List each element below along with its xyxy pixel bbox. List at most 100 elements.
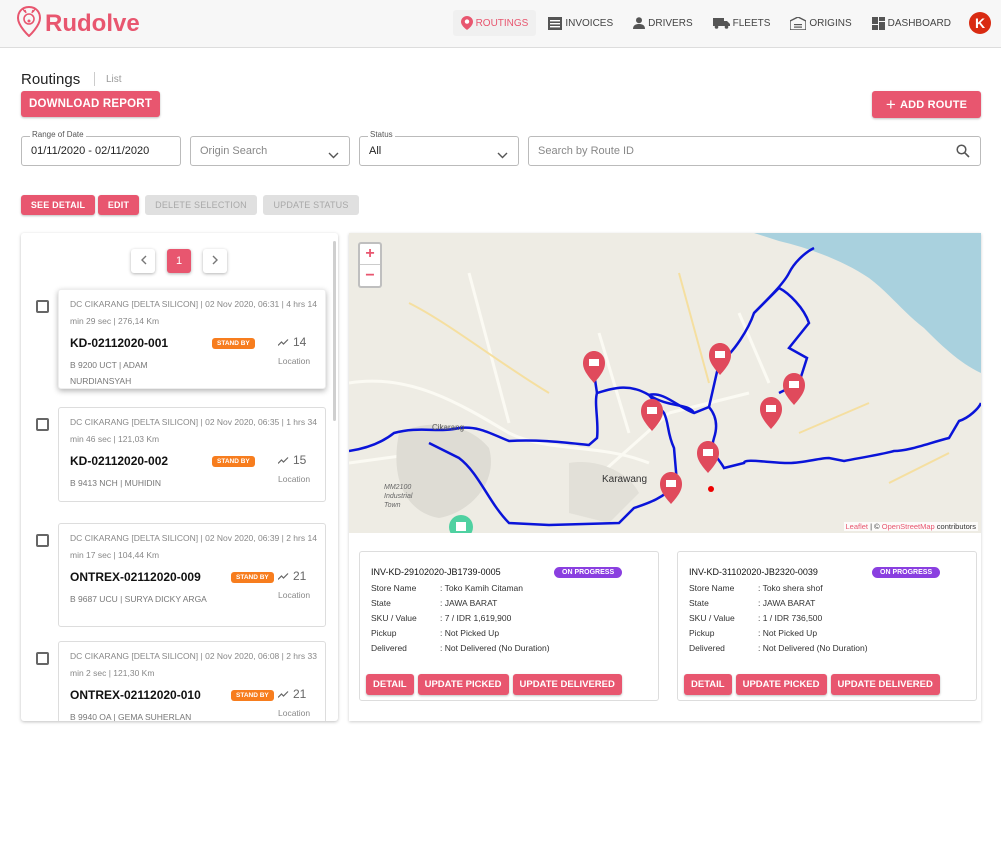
title-divider (94, 72, 95, 86)
origin-search-select[interactable]: Origin Search (190, 136, 350, 166)
update-picked-button[interactable]: UPDATE PICKED (417, 674, 509, 695)
route-item[interactable]: DC CIKARANG [DELTA SILICON] | 02 Nov 202… (21, 407, 331, 517)
date-range-label: Range of Date (30, 130, 86, 139)
detail-value: : 1 / IDR 736,500 (758, 613, 823, 623)
nav-dashboard[interactable]: DASHBOARD (864, 10, 959, 36)
status-badge: STAND BY (231, 690, 274, 701)
logo[interactable]: Rudolve (16, 5, 140, 42)
route-card[interactable]: DC CIKARANG [DELTA SILICON] | 02 Nov 202… (58, 407, 326, 502)
update-delivered-button[interactable]: UPDATE DELIVERED (512, 674, 622, 695)
nav-label: ROUTINGS (475, 17, 529, 29)
detail-key: SKU / Value (689, 613, 735, 623)
detail-value: : JAWA BARAT (758, 598, 816, 608)
invoice-card: INV-KD-31102020-JB2320-0039 ON PROGRESS … (677, 551, 977, 701)
route-item[interactable]: DC CIKARANG [DELTA SILICON] | 02 Nov 202… (21, 641, 331, 721)
update-delivered-button[interactable]: UPDATE DELIVERED (830, 674, 940, 695)
route-card[interactable]: DC CIKARANG [DELTA SILICON] | 02 Nov 202… (58, 641, 326, 721)
detail-key: Pickup (371, 628, 397, 638)
app-name: Rudolve (45, 9, 140, 37)
store-marker-icon[interactable] (783, 373, 805, 405)
edit-button[interactable]: EDIT (98, 195, 139, 215)
nav-drivers[interactable]: DRIVERS (625, 10, 700, 36)
route-checkbox[interactable] (36, 534, 49, 547)
store-marker-icon[interactable] (697, 441, 719, 473)
nav-fleets[interactable]: FLEETS (705, 10, 779, 36)
route-driver: B 9413 NCH | MUHIDIN (70, 478, 162, 488)
zoom-control: + − (358, 242, 382, 288)
osm-link[interactable]: OpenStreetMap (882, 522, 935, 531)
detail-key: State (371, 598, 391, 608)
invoice-icon (548, 16, 563, 30)
download-report-button[interactable]: DOWNLOAD REPORT (21, 91, 160, 117)
route-meta: DC CIKARANG [DELTA SILICON] | 02 Nov 202… (70, 417, 317, 444)
list-scrollbar[interactable] (333, 241, 336, 421)
invoice-id: INV-KD-31102020-JB2320-0039 (689, 567, 818, 577)
warehouse-icon (790, 16, 807, 30)
store-marker-icon[interactable] (660, 472, 682, 504)
prev-page-button[interactable] (131, 249, 155, 273)
route-item[interactable]: DC CIKARANG [DELTA SILICON] | 02 Nov 202… (21, 289, 331, 399)
person-icon (633, 17, 646, 29)
route-checkbox[interactable] (36, 652, 49, 665)
route-driver: B 9940 OA | GEMA SUHERLAN (70, 712, 192, 721)
update-status-button[interactable]: UPDATE STATUS (263, 195, 359, 215)
chevron-down-icon (497, 146, 508, 164)
zoom-in-button[interactable]: + (360, 244, 380, 265)
location-label: Location (278, 474, 311, 484)
attribution-suffix: contributors (934, 522, 976, 531)
see-detail-button[interactable]: SEE DETAIL (21, 195, 95, 215)
leaflet-link[interactable]: Leaflet (846, 522, 869, 531)
route-driver: B 9200 UCT | ADAM NURDIANSYAH (70, 360, 148, 386)
detail-button[interactable]: DETAIL (684, 674, 732, 695)
delete-selection-button[interactable]: DELETE SELECTION (145, 195, 257, 215)
map-label-area: MM2100 Industrial Town (384, 484, 413, 509)
detail-value: : Not Delivered (No Duration) (758, 643, 868, 653)
store-marker-icon[interactable] (709, 343, 731, 375)
plus-icon: + (885, 94, 896, 114)
map-label-city: Karawang (602, 474, 648, 485)
detail-value: : Toko Kamih Citaman (440, 583, 523, 593)
detail-key: Delivered (371, 643, 407, 653)
detail-value: : 7 / IDR 1,619,900 (440, 613, 512, 623)
trending-icon (278, 338, 289, 346)
route-map[interactable]: Cikarang MM2100 Industrial Town Karawang… (349, 233, 981, 533)
current-location-dot (708, 486, 714, 492)
detail-button[interactable]: DETAIL (366, 674, 414, 695)
route-search-placeholder: Search by Route ID (538, 145, 634, 157)
search-icon[interactable] (956, 144, 970, 163)
location-count-value: 14 (293, 335, 307, 349)
date-range-field[interactable]: Range of Date 01/11/2020 - 02/11/2020 (21, 130, 181, 166)
route-item[interactable]: DC CIKARANG [DELTA SILICON] | 02 Nov 202… (21, 523, 331, 633)
next-page-button[interactable] (203, 249, 227, 273)
pin-icon (460, 16, 473, 30)
nav-routings[interactable]: ROUTINGS (452, 10, 537, 36)
nav-origins[interactable]: ORIGINS (782, 10, 859, 36)
invoice-details: Store Name: Toko shera shof State: JAWA … (689, 581, 868, 656)
detail-key: Store Name (689, 583, 735, 593)
status-select[interactable]: Status All (359, 130, 519, 166)
location-label: Location (278, 708, 311, 718)
route-checkbox[interactable] (36, 300, 49, 313)
chevron-down-icon (328, 146, 339, 164)
zoom-out-button[interactable]: − (360, 265, 380, 286)
route-search-input[interactable]: Search by Route ID (528, 136, 981, 166)
origin-marker-icon[interactable] (449, 515, 473, 533)
page-button-current[interactable]: 1 (167, 249, 191, 273)
avatar[interactable]: K (969, 12, 991, 34)
page-title: Routings (21, 71, 81, 88)
nav-invoices[interactable]: INVOICES (540, 10, 621, 36)
store-marker-icon[interactable] (760, 397, 782, 429)
store-marker-icon[interactable] (641, 399, 663, 431)
location-label: Location (278, 356, 311, 366)
add-route-button[interactable]: + ADD ROUTE (872, 91, 981, 118)
route-driver: B 9687 UCU | SURYA DICKY ARGA (70, 594, 207, 604)
store-marker-icon[interactable] (583, 351, 605, 383)
route-id: KD-02112020-002 (70, 454, 169, 468)
route-checkbox[interactable] (36, 418, 49, 431)
route-card[interactable]: DC CIKARANG [DELTA SILICON] | 02 Nov 202… (58, 523, 326, 627)
location-count: 14 (278, 335, 306, 349)
detail-value: : Not Delivered (No Duration) (440, 643, 550, 653)
update-picked-button[interactable]: UPDATE PICKED (735, 674, 827, 695)
status-badge: STAND BY (212, 456, 255, 467)
route-card[interactable]: DC CIKARANG [DELTA SILICON] | 02 Nov 202… (58, 289, 326, 389)
